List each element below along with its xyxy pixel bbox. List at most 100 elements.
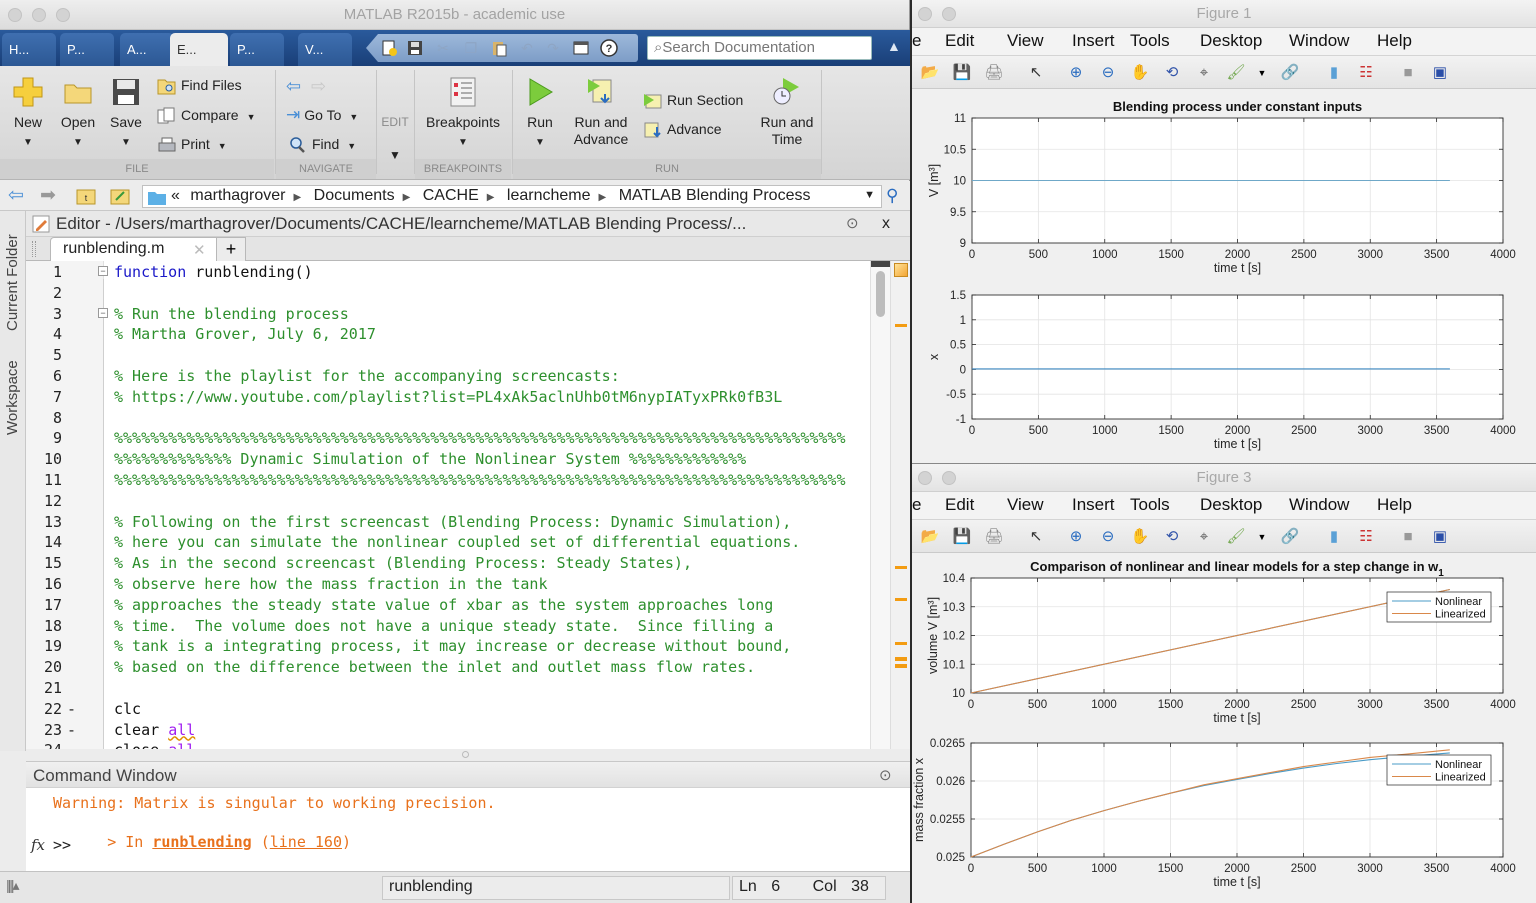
line-number[interactable]: 2 <box>26 283 62 304</box>
close-window-button[interactable] <box>918 471 932 485</box>
find-button[interactable]: Find ▼ <box>288 133 356 155</box>
line-number[interactable]: 13 <box>26 512 62 533</box>
close-window-button[interactable] <box>8 8 22 22</box>
line-number[interactable]: 21 <box>26 678 62 699</box>
pan-icon[interactable]: ✋ <box>1130 63 1150 83</box>
line-number[interactable]: 17 <box>26 595 62 616</box>
code-line[interactable]: 13 % Following on the first screencast (B… <box>26 512 870 533</box>
line-number[interactable]: 15 <box>26 553 62 574</box>
code-line[interactable]: 19 % tank is a integrating process, it ma… <box>26 636 870 657</box>
line-number[interactable]: 10 <box>26 449 62 470</box>
show-plot-tools-icon[interactable]: ▣ <box>1430 527 1450 547</box>
trace-function-link[interactable]: runblending <box>152 833 251 851</box>
line-number[interactable]: 19 <box>26 636 62 657</box>
tab-home[interactable]: H... <box>2 33 56 66</box>
code-line[interactable]: 5 <box>26 345 870 366</box>
zoom-in-icon[interactable]: ⊕ <box>1066 527 1086 547</box>
print-button[interactable]: Print ▼ <box>157 133 227 155</box>
line-number[interactable]: 5 <box>26 345 62 366</box>
menu-window[interactable]: Window <box>1289 495 1349 515</box>
code-line[interactable]: 4 % Martha Grover, July 6, 2017 <box>26 324 870 345</box>
line-number[interactable]: 4 <box>26 324 62 345</box>
code-line[interactable]: 12 <box>26 491 870 512</box>
line-number[interactable]: 3 <box>26 304 62 325</box>
line-number[interactable]: 18 <box>26 616 62 637</box>
menu-tools[interactable]: Tools <box>1130 31 1170 51</box>
code-line[interactable]: 6 % Here is the playlist for the accompan… <box>26 366 870 387</box>
copy-icon[interactable]: ❐ <box>462 39 480 57</box>
run-and-time-button[interactable]: Run and Time <box>756 76 818 148</box>
code-line[interactable]: 3 % Run the blending process <box>26 304 870 325</box>
code-line[interactable]: 21 <box>26 678 870 699</box>
line-number[interactable]: 22 <box>26 699 62 720</box>
file-tab-runblending[interactable]: runblending.m ✕ <box>50 237 240 262</box>
tab-apps[interactable]: A... <box>120 33 174 66</box>
edit-section-button[interactable]: EDIT ▼ <box>377 114 413 164</box>
line-number[interactable]: 24 <box>26 740 62 749</box>
line-number[interactable]: 20 <box>26 657 62 678</box>
run-button[interactable]: Run ▼ <box>520 76 560 151</box>
scroll-thumb[interactable] <box>876 271 885 317</box>
tab-editor[interactable]: E... <box>170 33 228 66</box>
find-files-button[interactable]: Find Files <box>157 74 242 96</box>
search-documentation-input[interactable]: ⌕Search Documentation <box>647 36 872 60</box>
switch-windows-icon[interactable] <box>572 39 590 57</box>
pan-icon[interactable]: ✋ <box>1130 527 1150 547</box>
tab-plots[interactable]: P... <box>60 33 114 66</box>
up-folder-icon[interactable]: t <box>76 187 96 210</box>
run-and-advance-button[interactable]: Run and Advance <box>570 76 632 148</box>
brush-dropdown-icon[interactable]: ▼ <box>1252 63 1272 83</box>
line-number[interactable]: 12 <box>26 491 62 512</box>
breadcrumb-overflow[interactable]: « <box>171 187 180 204</box>
collapse-toolstrip-icon[interactable]: ▲ <box>887 38 901 54</box>
code-line[interactable]: 14 % here you can simulate the nonlinear … <box>26 532 870 553</box>
menu-window[interactable]: Window <box>1289 31 1349 51</box>
menu-insert[interactable]: Insert <box>1072 495 1115 515</box>
panel-splitter[interactable] <box>26 749 910 761</box>
redo-icon[interactable]: ↷ <box>544 39 562 57</box>
line-number[interactable]: 9 <box>26 428 62 449</box>
new-script-icon[interactable] <box>380 39 398 57</box>
close-window-button[interactable] <box>918 7 932 21</box>
search-folder-icon[interactable]: ⚲ <box>886 186 898 206</box>
code-line[interactable]: 20 % based on the difference between the … <box>26 657 870 678</box>
save-icon[interactable]: 💾 <box>952 63 972 83</box>
undo-icon[interactable]: ↶ <box>518 39 536 57</box>
breadcrumb-item[interactable]: marthagrover <box>190 187 285 204</box>
brush-icon[interactable]: 🖌 <box>1226 63 1246 83</box>
zoom-out-icon[interactable]: ⊖ <box>1098 527 1118 547</box>
code-line[interactable]: 7 % https://www.youtube.com/playlist?list… <box>26 387 870 408</box>
data-cursor-icon[interactable]: ⌖ <box>1194 527 1214 547</box>
forward-arrow-icon[interactable]: ➡ <box>40 184 56 207</box>
breakpoint-slot[interactable]: - <box>67 720 76 741</box>
print-icon[interactable]: 🖨 <box>984 63 1004 83</box>
line-number[interactable]: 11 <box>26 470 62 491</box>
menu-desktop[interactable]: Desktop <box>1200 31 1262 51</box>
line-number[interactable]: 14 <box>26 532 62 553</box>
code-line[interactable]: 11%%%%%%%%%%%%%%%%%%%%%%%%%%%%%%%%%%%%%%… <box>26 470 870 491</box>
breakpoint-slot[interactable]: - <box>67 740 76 749</box>
go-to-button[interactable]: ⇥ Go To ▼ <box>286 104 358 126</box>
command-window-options-icon[interactable]: ⊙ <box>879 762 892 789</box>
code-line[interactable]: 22- clc <box>26 699 870 720</box>
menu-file[interactable]: e <box>912 495 921 515</box>
close-tab-icon[interactable]: ✕ <box>193 241 206 259</box>
code-line[interactable]: 18 % time. The volume does not have a uni… <box>26 616 870 637</box>
run-section-button[interactable]: Run Section <box>643 89 743 111</box>
legend-icon[interactable]: ☷ <box>1356 63 1376 83</box>
tab-view[interactable]: V... <box>298 33 352 66</box>
pointer-icon[interactable]: ↖ <box>1026 527 1046 547</box>
code-line[interactable]: 17 % approaches the steady state value of… <box>26 595 870 616</box>
brush-icon[interactable]: 🖌 <box>1226 527 1246 547</box>
menu-help[interactable]: Help <box>1377 495 1412 515</box>
line-number[interactable]: 1 <box>26 262 62 283</box>
legend[interactable]: NonlinearLinearized <box>1386 591 1492 623</box>
compare-button[interactable]: Compare ▼ <box>157 104 256 126</box>
breadcrumb-item[interactable]: MATLAB Blending Process <box>619 187 811 204</box>
menu-help[interactable]: Help <box>1377 31 1412 51</box>
menu-edit[interactable]: Edit <box>945 495 974 515</box>
menu-view[interactable]: View <box>1007 495 1044 515</box>
menu-insert[interactable]: Insert <box>1072 31 1115 51</box>
warning-marker[interactable] <box>895 642 907 645</box>
open-icon[interactable]: 📂 <box>920 527 940 547</box>
